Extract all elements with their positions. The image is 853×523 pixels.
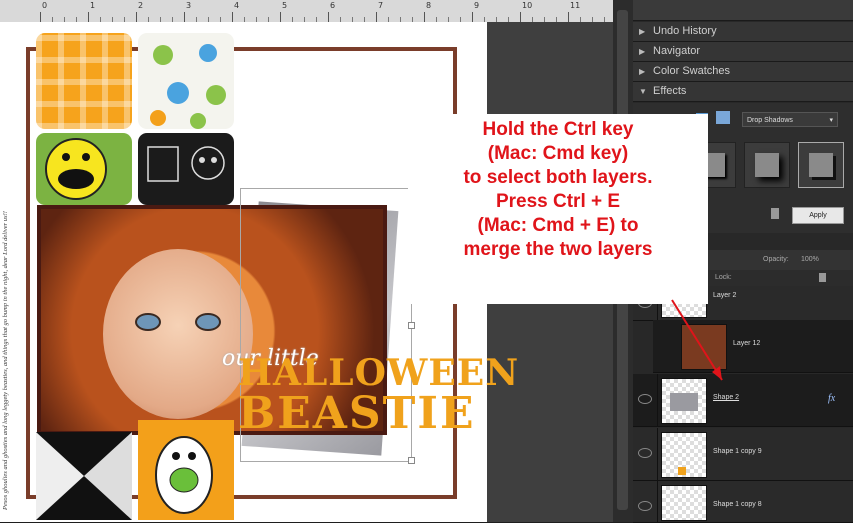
side-journal-label: Pesos ghoulies and ghosties and long leg… <box>2 211 9 510</box>
section-label: Effects <box>653 85 687 97</box>
shadow-preview-square <box>755 153 779 177</box>
section-color-swatches[interactable]: ▶ Color Swatches <box>633 62 853 82</box>
dropdown-value: Drop Shadows <box>747 117 793 124</box>
layer-row[interactable]: Shape 2 <box>633 374 853 427</box>
ruler-number: 7 <box>378 1 384 10</box>
visibility-eye-icon[interactable] <box>638 448 652 458</box>
lock-label: Lock: <box>715 274 732 281</box>
instruction-line: to select both layers. <box>463 167 653 188</box>
shadow-preview-square <box>809 153 833 177</box>
ruler-major-tick <box>40 12 41 22</box>
ruler-number: 3 <box>186 1 192 10</box>
instruction-line: Press Ctrl + E <box>495 191 621 212</box>
opacity-value[interactable]: 100% <box>801 256 819 263</box>
ruler-major-tick <box>520 12 521 22</box>
collapse-arrow-icon: ▼ <box>639 87 647 96</box>
layer-name: Shape 1 copy 9 <box>713 448 762 455</box>
fx-icon[interactable]: fx <box>828 393 835 404</box>
layer-row[interactable]: Shape 1 copy 9 <box>633 428 853 481</box>
instruction-line: merge the two layers <box>463 239 653 260</box>
layer-thumbnail <box>661 432 707 478</box>
ruler-major-tick <box>280 12 281 22</box>
monster-pattern-tile <box>138 33 234 129</box>
baby-face <box>103 249 253 419</box>
expand-arrow-icon: ▶ <box>639 47 646 56</box>
ruler-number: 8 <box>426 1 432 10</box>
section-label: Color Swatches <box>653 65 731 77</box>
layer-name: Shape 2 <box>713 394 740 401</box>
expand-arrow-icon: ▶ <box>639 27 646 36</box>
harlequin-tile <box>36 432 132 520</box>
instruction-line: (Mac: Cmd key) <box>487 143 629 164</box>
instruction-line: (Mac: Cmd + E) to <box>477 215 639 236</box>
ruler-number: 10 <box>522 1 533 10</box>
transform-handle-bottom-right[interactable] <box>408 457 415 464</box>
drop-shadow-thumb-soft[interactable] <box>744 142 790 188</box>
ruler-major-tick <box>184 12 185 22</box>
instruction-text: Hold the Ctrl key (Mac: Cmd key) to sele… <box>408 118 708 262</box>
transform-handle-right[interactable] <box>408 322 415 329</box>
plaid-paper-tile <box>36 33 132 129</box>
opacity-label: Opacity: <box>763 256 789 263</box>
ruler-major-tick <box>424 12 425 22</box>
white-monster-tile <box>138 420 234 520</box>
ruler-number: 5 <box>282 1 288 10</box>
trash-icon[interactable] <box>819 273 826 282</box>
panel-top-tabs[interactable] <box>633 0 853 21</box>
apply-button[interactable]: Apply <box>792 207 844 224</box>
ruler-major-tick <box>136 12 137 22</box>
chevron-down-icon: ▾ <box>829 117 833 124</box>
effects-category-dropdown[interactable]: Drop Shadows ▾ <box>742 112 838 127</box>
baby-eye-left <box>135 313 161 331</box>
instruction-line: Hold the Ctrl key <box>482 119 634 140</box>
ruler-number: 2 <box>138 1 144 10</box>
ruler-major-tick <box>472 12 473 22</box>
ruler-number: 0 <box>42 1 48 10</box>
layer-name: Layer 12 <box>733 340 761 347</box>
expand-arrow-icon: ▶ <box>639 67 646 76</box>
section-label: Navigator <box>653 45 701 57</box>
section-effects[interactable]: ▼ Effects <box>633 82 853 102</box>
layer-thumbnail <box>661 485 707 521</box>
yellow-monster-tile <box>36 133 132 205</box>
ruler-number: 6 <box>330 1 336 10</box>
baby-eye-right <box>195 313 221 331</box>
layer-row[interactable]: Shape 1 copy 8 <box>633 481 853 523</box>
drop-shadow-thumb-hard[interactable] <box>798 142 844 188</box>
side-journal-text: Pesos ghoulies and ghosties and long leg… <box>2 40 14 510</box>
section-navigator[interactable]: ▶ Navigator <box>633 42 853 62</box>
layer-thumbnail <box>681 324 727 370</box>
ruler-number: 4 <box>234 1 240 10</box>
ruler-major-tick <box>88 12 89 22</box>
ruler-major-tick <box>328 12 329 22</box>
chalk-monster-tile <box>138 133 234 205</box>
title-beastie: BEASTIE <box>238 388 476 439</box>
layer-name: Shape 1 copy 8 <box>713 501 762 508</box>
horizontal-ruler: 0 1 2 3 4 5 6 7 8 9 10 11 <box>0 0 613 23</box>
layer-row[interactable]: Layer 12 <box>653 320 853 373</box>
ruler-major-tick <box>376 12 377 22</box>
section-label: Undo History <box>653 25 717 37</box>
styles-icon[interactable] <box>716 111 730 124</box>
ruler-number: 11 <box>570 1 581 10</box>
trash-icon[interactable] <box>771 208 779 219</box>
ruler-major-tick <box>568 12 569 22</box>
ruler-major-tick <box>232 12 233 22</box>
ruler-number: 9 <box>474 1 480 10</box>
layer-thumbnail <box>661 378 707 424</box>
visibility-eye-icon[interactable] <box>638 394 652 404</box>
visibility-eye-icon[interactable] <box>638 501 652 511</box>
ruler-number: 1 <box>90 1 96 10</box>
section-undo-history[interactable]: ▶ Undo History <box>633 22 853 42</box>
layer-name: Layer 2 <box>713 292 737 299</box>
